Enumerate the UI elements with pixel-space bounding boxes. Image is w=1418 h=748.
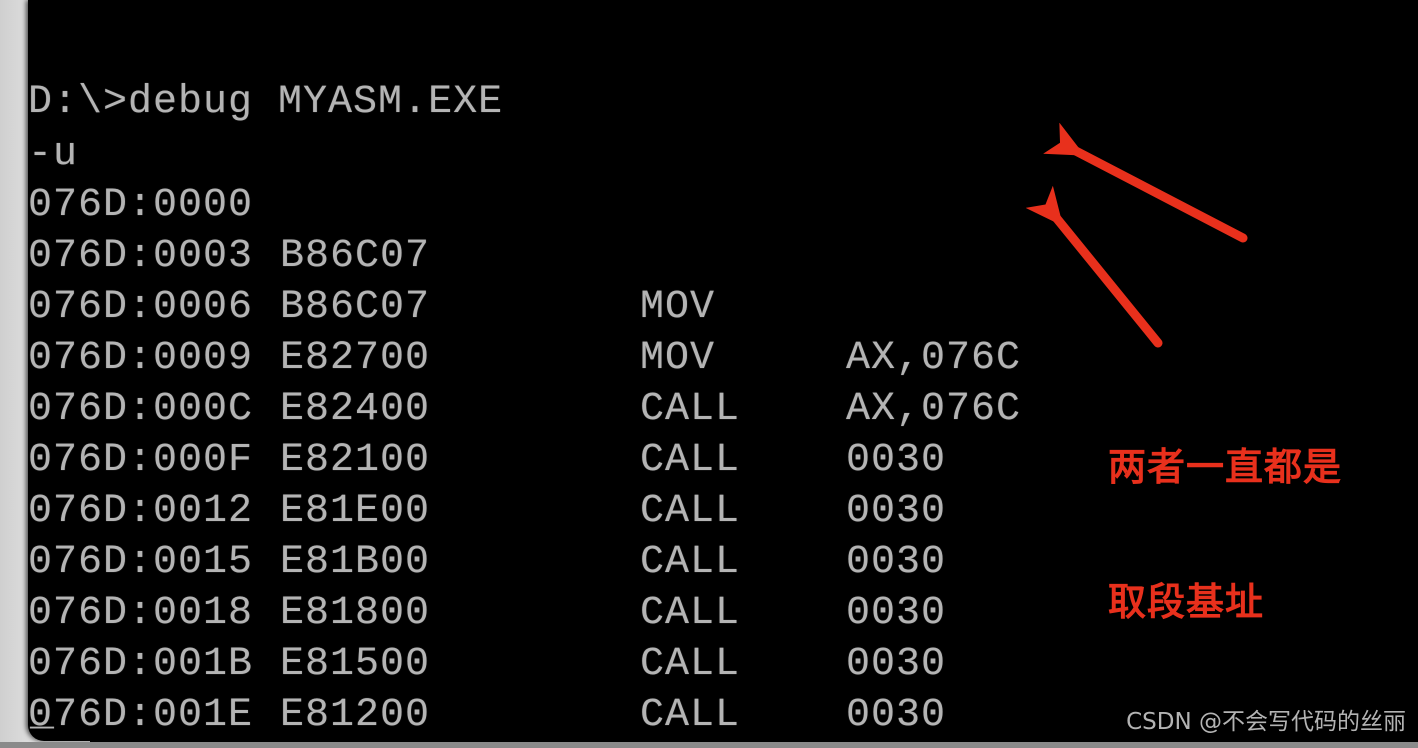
disassembly-row: 076D:0006 E82700 CALL 0030 (28, 231, 945, 483)
disassembly-row: 076D:001B E81200 CALL 0030 (28, 588, 429, 738)
row-operands: 0030 (846, 438, 947, 483)
row-bytes: E81200 (280, 693, 431, 738)
row-mnemonic: CALL (640, 489, 741, 534)
screenshot-root: seg _va x,s _va x,s seg art D:\>debug MY… (0, 0, 1418, 748)
disassembly-row: 076D:001E E80F00 CALL 0030 (28, 639, 252, 738)
row-mnemonic: CALL (640, 387, 741, 432)
console-cursor: _ (30, 692, 55, 737)
row-operands: 0030 (846, 540, 947, 585)
row-mnemonic: MOV (640, 336, 716, 381)
disassembly-row: 076D:0018 E81500 CALL 0030 (28, 537, 739, 738)
row-address: 076D:001E (28, 693, 254, 738)
row-bytes: B86C07 (280, 285, 431, 330)
row-bytes: E81E00 (280, 489, 431, 534)
annotation-line-1: 两者一直都是 (1108, 445, 1343, 489)
row-mnemonic: MOV (640, 285, 716, 330)
row-bytes: E82100 (280, 438, 431, 483)
row-operands: AX,076C (846, 336, 1022, 381)
disassembly-row: 076D:0009 E82400 CALL 0030 (28, 282, 945, 534)
row-mnemonic: CALL (640, 591, 741, 636)
disassembly-row: 076D:000C E82100 CALL 0030 (28, 333, 945, 585)
row-bytes: E81800 (280, 591, 431, 636)
row-mnemonic: CALL (640, 693, 741, 738)
row-mnemonic: CALL (640, 438, 741, 483)
row-operands: AX,076C (846, 387, 1022, 432)
console-command-line: -u (28, 78, 178, 177)
row-mnemonic: CALL (640, 642, 741, 687)
row-bytes: E82400 (280, 387, 431, 432)
row-bytes: E81500 (280, 642, 431, 687)
annotation-note: 两者一直都是 取段基址 (1108, 355, 1342, 715)
row-bytes: E81B00 (280, 540, 431, 585)
row-bytes: B86C07 (280, 234, 431, 279)
row-operands: 0030 (846, 489, 947, 534)
row-bytes: E82700 (280, 336, 431, 381)
row-operands: 0030 (846, 693, 947, 738)
row-operands: 0030 (846, 642, 947, 687)
disassembly-row: 076D:0003 B86C07 MOV AX,076C (28, 180, 1020, 432)
annotation-line-2: 取段基址 (1108, 580, 1265, 624)
disassembly-row: 076D:000F E81E00 CALL 0030 (28, 384, 945, 636)
bottom-edge-strip (0, 742, 1418, 748)
disassembly-row: 076D:0000 B86C07 MOV AX,076C (28, 129, 1020, 381)
disassembly-row: 076D:0015 E81800 CALL 0030 (28, 486, 945, 738)
row-operands: 0030 (846, 591, 947, 636)
row-mnemonic: CALL (640, 540, 741, 585)
disassembly-row: 076D:0012 E81B00 CALL 0030 (28, 435, 945, 687)
csdn-watermark: CSDN @不会写代码的丝丽 (1126, 709, 1406, 735)
console-prompt-line: D:\>debug MYASM.EXE (28, 26, 502, 125)
